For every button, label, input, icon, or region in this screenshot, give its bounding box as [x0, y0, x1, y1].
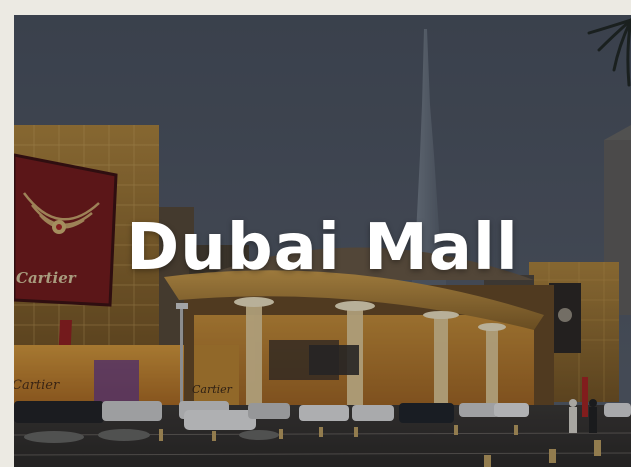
destination-card[interactable]: Cartier Cartier Cartier Dubai Mall [14, 15, 631, 467]
card-title: Dubai Mall [126, 211, 519, 285]
